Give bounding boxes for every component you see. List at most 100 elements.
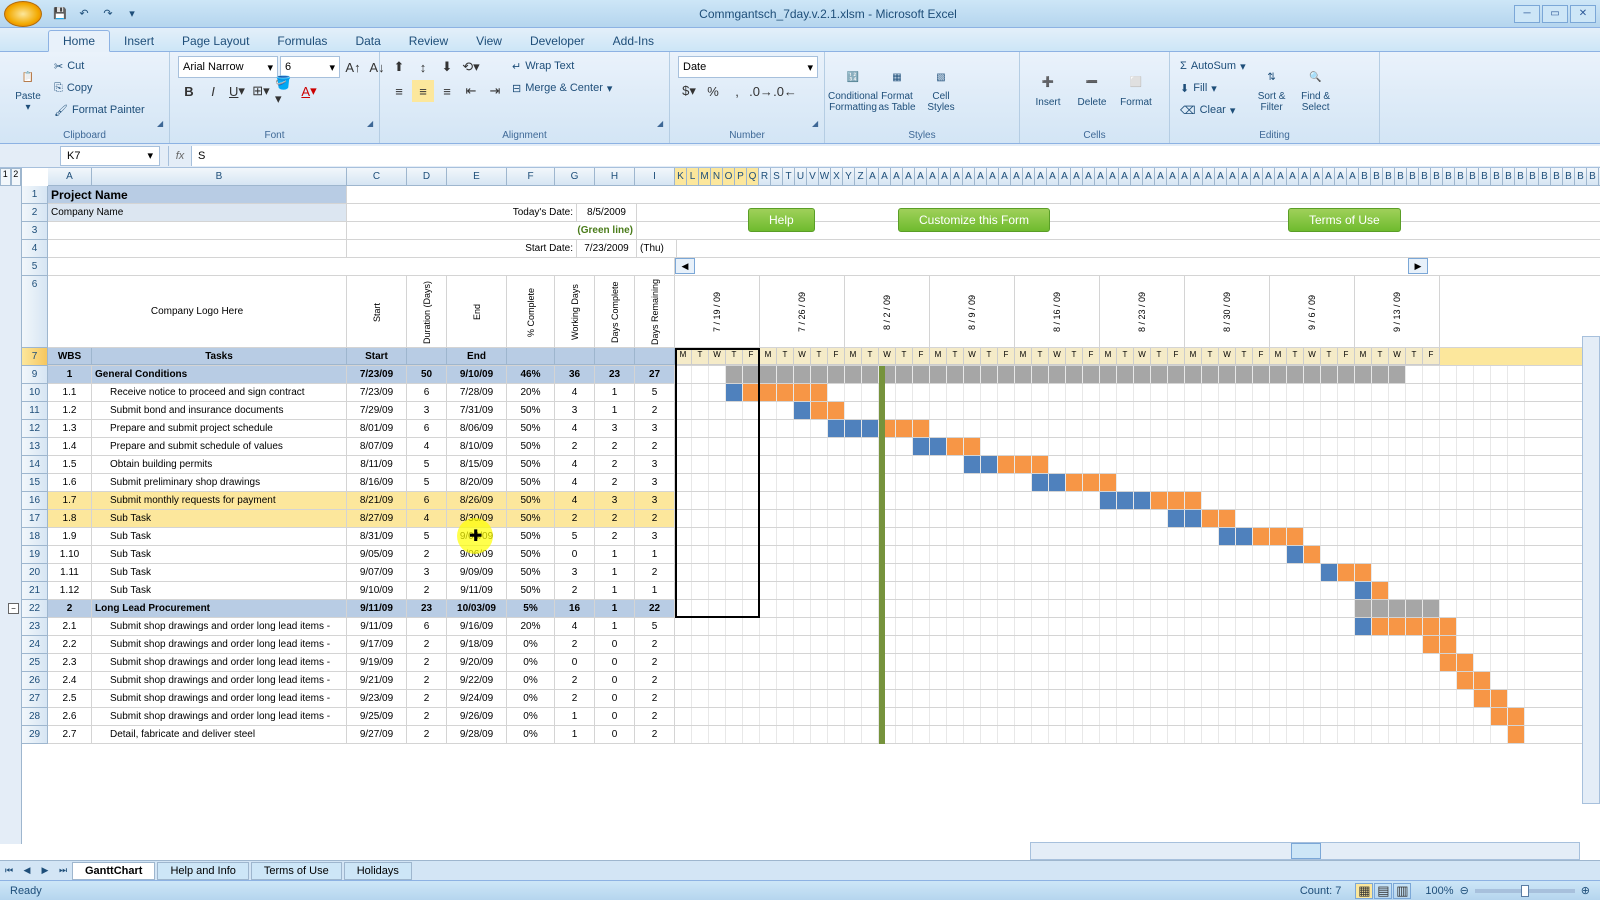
cell[interactable]: 2.6 [48, 708, 92, 725]
col-header[interactable]: E [447, 168, 507, 185]
outline-level-1[interactable]: 1 [0, 168, 11, 186]
cell[interactable]: 10/03/09 [447, 600, 507, 617]
cell[interactable]: 1.12 [48, 582, 92, 599]
col-header[interactable]: V [807, 168, 819, 185]
fx-button[interactable]: fx [168, 146, 192, 166]
merge-center-button[interactable]: ⊟Merge & Center▾ [510, 78, 614, 98]
col-header[interactable]: A [1059, 168, 1071, 185]
clear-button[interactable]: ⌫Clear▾ [1178, 100, 1248, 120]
col-header[interactable]: A [903, 168, 915, 185]
cell[interactable]: 2.7 [48, 726, 92, 743]
col-header[interactable]: I [635, 168, 675, 185]
sheet-tab-holidays[interactable]: Holidays [344, 862, 412, 880]
cell[interactable]: 2.2 [48, 636, 92, 653]
cell[interactable]: 50 [407, 366, 447, 383]
cell[interactable]: 46% [507, 366, 555, 383]
col-header[interactable]: K [675, 168, 687, 185]
font-color-button[interactable]: A▾ [298, 80, 320, 102]
col-header[interactable]: Y [843, 168, 855, 185]
name-box[interactable]: K7▾ [60, 146, 160, 166]
col-header[interactable]: A [1323, 168, 1335, 185]
col-header[interactable]: A [1203, 168, 1215, 185]
cell[interactable]: 9/10/09 [447, 366, 507, 383]
collapse-button[interactable]: − [8, 603, 19, 614]
format-button[interactable]: ⬜Format [1116, 56, 1156, 122]
cell[interactable]: 6 [407, 492, 447, 509]
cell[interactable]: 8/07/09 [347, 438, 407, 455]
cell[interactable]: 2.5 [48, 690, 92, 707]
cell[interactable]: 50% [507, 456, 555, 473]
col-header[interactable]: A [1215, 168, 1227, 185]
cell[interactable]: 4 [555, 420, 595, 437]
row-header[interactable]: 7 [22, 348, 48, 366]
col-header[interactable]: B [1419, 168, 1431, 185]
tab-page-layout[interactable]: Page Layout [168, 31, 263, 51]
cell[interactable]: 8/06/09 [447, 420, 507, 437]
col-header[interactable]: Q [747, 168, 759, 185]
conditional-formatting-button[interactable]: 🔢Conditional Formatting [833, 56, 873, 122]
cell[interactable]: 8/15/09 [447, 456, 507, 473]
cell[interactable]: 0% [507, 690, 555, 707]
view-layout-icon[interactable]: ▤ [1374, 883, 1392, 899]
cell[interactable]: 3 [635, 492, 675, 509]
row-header[interactable]: 10 [22, 384, 48, 402]
copy-button[interactable]: ⎘Copy [52, 78, 147, 98]
cell[interactable]: 36 [555, 366, 595, 383]
cell[interactable]: 2 [635, 708, 675, 725]
cell[interactable]: 1 [635, 546, 675, 563]
col-header[interactable]: A [1311, 168, 1323, 185]
col-header[interactable]: A [1299, 168, 1311, 185]
cell[interactable]: 9/04/09 [447, 528, 507, 545]
cell[interactable] [555, 348, 595, 365]
row-header[interactable]: 29 [22, 726, 48, 744]
cell[interactable]: 5 [635, 618, 675, 635]
sheet-tab-ganttchart[interactable]: GanttChart [72, 862, 155, 880]
cell[interactable]: Submit preliminary shop drawings [92, 474, 347, 491]
cell[interactable]: 8/16/09 [347, 474, 407, 491]
cell[interactable]: Sub Task [92, 546, 347, 563]
cell[interactable]: 2 [407, 582, 447, 599]
grid-body[interactable]: Project NameCompany NameToday's Date:8/5… [48, 186, 1600, 844]
col-header[interactable]: A [1263, 168, 1275, 185]
cell[interactable]: Today's Date: [347, 204, 577, 221]
cell[interactable]: 3 [555, 564, 595, 581]
cell[interactable]: 8/20/09 [447, 474, 507, 491]
cell[interactable]: 1 [595, 582, 635, 599]
cell[interactable]: 1 [595, 600, 635, 617]
cell[interactable]: 4 [555, 384, 595, 401]
cell[interactable]: 2 [407, 690, 447, 707]
cell[interactable]: 3 [407, 564, 447, 581]
italic-button[interactable]: I [202, 80, 224, 102]
cell[interactable]: 0 [595, 672, 635, 689]
comma-button[interactable]: , [726, 80, 748, 102]
cell[interactable]: 5 [555, 528, 595, 545]
cell[interactable]: 8/26/09 [447, 492, 507, 509]
cell[interactable]: 2 [635, 564, 675, 581]
cell[interactable]: 2 [407, 546, 447, 563]
col-header[interactable]: A [1143, 168, 1155, 185]
row-header[interactable]: 19 [22, 546, 48, 564]
cell[interactable]: 2 [595, 474, 635, 491]
col-header[interactable]: R [759, 168, 771, 185]
cell[interactable]: 8/21/09 [347, 492, 407, 509]
col-header[interactable]: A [1287, 168, 1299, 185]
format-painter-button[interactable]: 🖌Format Painter [52, 100, 147, 120]
cell[interactable]: Prepare and submit project schedule [92, 420, 347, 437]
align-center-icon[interactable]: ≡ [412, 80, 434, 102]
cell[interactable]: 1 [555, 708, 595, 725]
row-header[interactable]: 5 [22, 258, 48, 276]
sheet-tab-terms-of-use[interactable]: Terms of Use [251, 862, 342, 880]
col-header[interactable]: A [1179, 168, 1191, 185]
font-dialog-launcher[interactable]: ◢ [367, 119, 377, 129]
cell[interactable]: 9/10/09 [347, 582, 407, 599]
cell[interactable] [48, 258, 675, 275]
col-header[interactable]: M [699, 168, 711, 185]
cell[interactable]: 2 [635, 510, 675, 527]
col-header[interactable]: B [1515, 168, 1527, 185]
row-header[interactable]: 21 [22, 582, 48, 600]
col-header[interactable]: Z [855, 168, 867, 185]
col-header[interactable]: B [1587, 168, 1599, 185]
cell[interactable]: 0 [595, 726, 635, 743]
row-header[interactable]: 4 [22, 240, 48, 258]
office-button[interactable] [4, 1, 42, 27]
